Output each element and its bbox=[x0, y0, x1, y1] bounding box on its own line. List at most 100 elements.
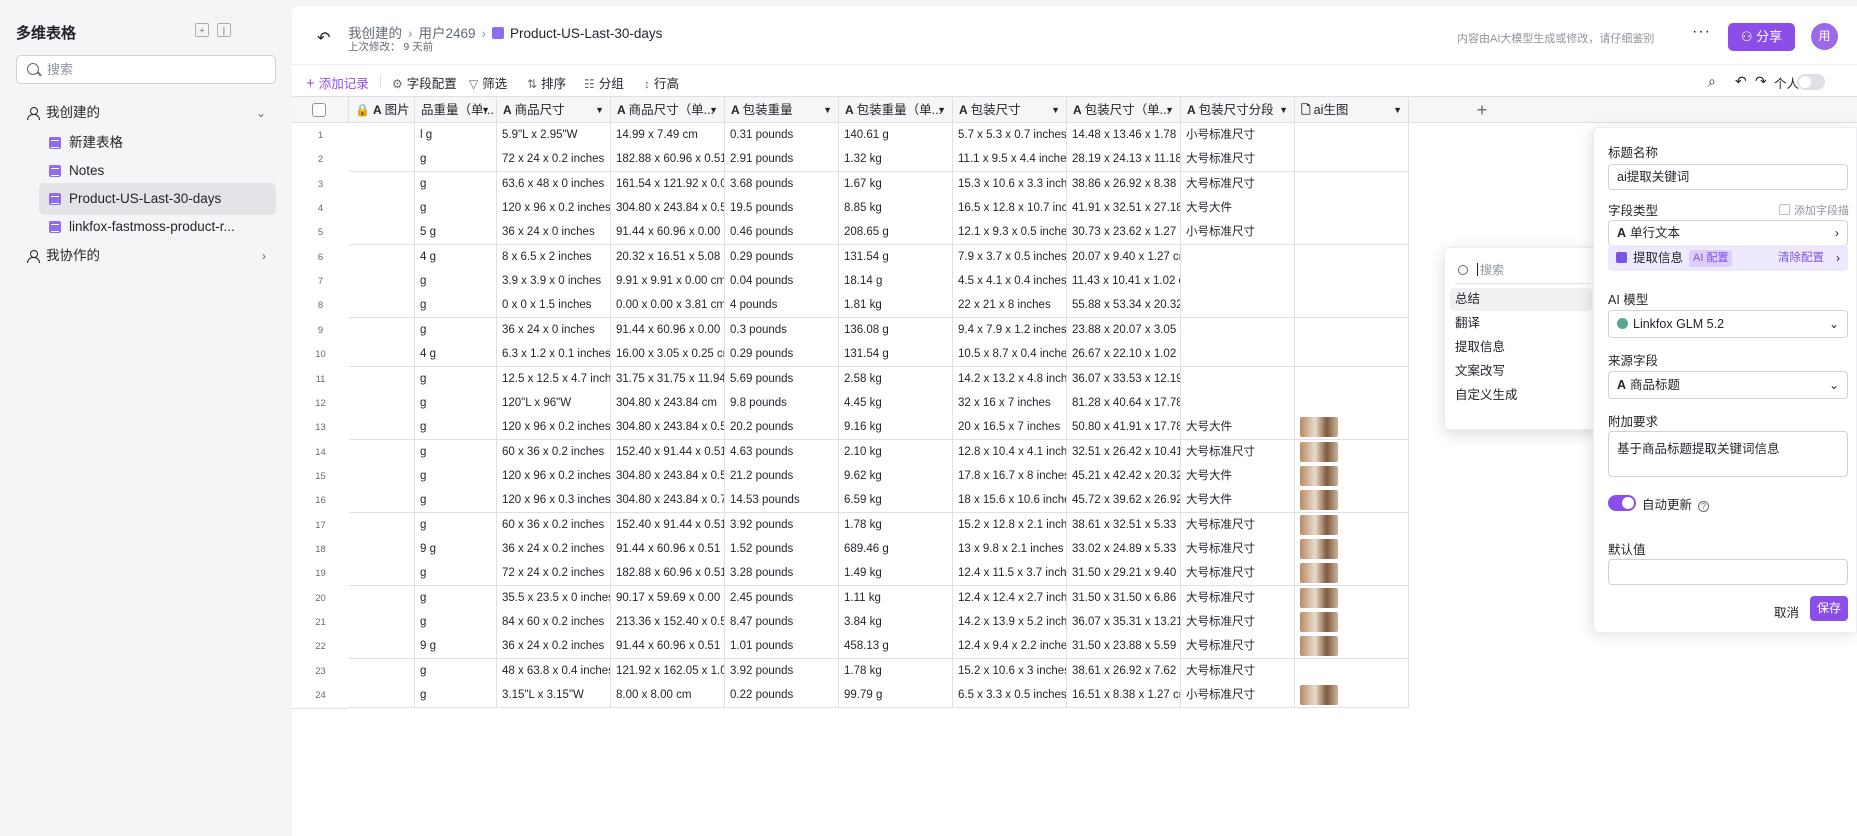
table-cell[interactable] bbox=[1181, 366, 1295, 392]
thumbnail-image[interactable] bbox=[1300, 538, 1338, 559]
table-cell[interactable]: 大号标准尺寸 bbox=[1181, 561, 1295, 587]
table-cell[interactable]: 120"L x 96"W bbox=[497, 390, 611, 416]
image-cell[interactable] bbox=[349, 390, 415, 416]
table-cell[interactable]: 12.4 x 12.4 x 2.7 inches bbox=[953, 585, 1067, 611]
table-cell[interactable]: 121.92 x 162.05 x 1.02... bbox=[611, 658, 725, 684]
table-cell[interactable]: 6.59 kg bbox=[839, 488, 953, 514]
ai-image-cell[interactable] bbox=[1295, 244, 1409, 270]
table-cell[interactable]: 41.91 x 32.51 x 27.18 ... bbox=[1067, 196, 1181, 222]
image-cell[interactable] bbox=[349, 658, 415, 684]
table-cell[interactable]: g bbox=[415, 658, 497, 684]
table-cell[interactable]: 16.51 x 8.38 x 1.27 cm bbox=[1067, 683, 1181, 709]
table-cell[interactable]: 15.3 x 10.6 x 3.3 inches bbox=[953, 171, 1067, 197]
table-cell[interactable]: 120 x 96 x 0.2 inches bbox=[497, 463, 611, 489]
table-cell[interactable]: 120 x 96 x 0.2 inches bbox=[497, 196, 611, 222]
image-cell[interactable] bbox=[349, 244, 415, 270]
table-cell[interactable]: 3.68 pounds bbox=[725, 171, 839, 197]
row-height-button[interactable]: ↕ 行高 bbox=[644, 73, 679, 92]
save-button[interactable]: 保存 bbox=[1810, 596, 1848, 621]
table-cell[interactable]: 28.19 x 24.13 x 11.18 ... bbox=[1067, 147, 1181, 173]
image-cell[interactable] bbox=[349, 269, 415, 295]
table-row[interactable]: 24 g 3.15"L x 3.15"W 8.00 x 8.00 cm 0.22 pou… bbox=[292, 683, 1857, 710]
image-cell[interactable] bbox=[349, 123, 415, 148]
table-cell[interactable]: 208.65 g bbox=[839, 220, 953, 246]
image-cell[interactable] bbox=[349, 536, 415, 562]
ai-image-cell[interactable] bbox=[1295, 196, 1409, 222]
table-cell[interactable]: 33.02 x 24.89 x 5.33 cm bbox=[1067, 536, 1181, 562]
table-row[interactable]: 22 9 g 36 x 24 x 0.2 inches 91.44 x 60.96 x… bbox=[292, 634, 1857, 661]
ai-image-cell[interactable] bbox=[1295, 269, 1409, 295]
title-input[interactable]: ai提取关键词 bbox=[1608, 164, 1848, 190]
table-cell[interactable]: 8.85 kg bbox=[839, 196, 953, 222]
table-cell[interactable]: 大号大件 bbox=[1181, 415, 1295, 441]
table-cell[interactable]: 152.40 x 91.44 x 0.51 ... bbox=[611, 439, 725, 465]
table-cell[interactable]: 14.99 x 7.49 cm bbox=[611, 123, 725, 148]
table-cell[interactable]: 5.69 pounds bbox=[725, 366, 839, 392]
image-cell[interactable] bbox=[349, 488, 415, 514]
table-cell[interactable]: 72 x 24 x 0.2 inches bbox=[497, 561, 611, 587]
table-cell[interactable] bbox=[1181, 269, 1295, 295]
table-cell[interactable]: g bbox=[415, 610, 497, 635]
dropdown-item-translate[interactable]: 翻译 bbox=[1450, 312, 1592, 335]
table-cell[interactable]: 9.91 x 9.91 x 0.00 cm bbox=[611, 269, 725, 295]
dropdown-item-custom[interactable]: 自定义生成 bbox=[1450, 384, 1592, 407]
table-cell[interactable]: 13 x 9.8 x 2.1 inches bbox=[953, 536, 1067, 562]
ai-image-cell[interactable] bbox=[1295, 390, 1409, 416]
table-cell[interactable]: 2.10 kg bbox=[839, 439, 953, 465]
image-cell[interactable] bbox=[349, 366, 415, 392]
image-cell[interactable] bbox=[349, 512, 415, 538]
table-cell[interactable]: 4 g bbox=[415, 244, 497, 270]
table-cell[interactable]: 小号标准尺寸 bbox=[1181, 123, 1295, 148]
table-cell[interactable]: 20.2 pounds bbox=[725, 415, 839, 441]
col-header-product-size[interactable]: A 商品尺寸 ▼ bbox=[497, 97, 611, 123]
table-cell[interactable]: 大号标准尺寸 bbox=[1181, 439, 1295, 465]
ai-image-cell[interactable] bbox=[1295, 220, 1409, 246]
table-cell[interactable]: g bbox=[415, 439, 497, 465]
image-cell[interactable] bbox=[349, 610, 415, 635]
table-cell[interactable]: 0 x 0 x 1.5 inches bbox=[497, 293, 611, 319]
table-cell[interactable]: 90.17 x 59.69 x 0.00 cm bbox=[611, 585, 725, 611]
table-cell[interactable]: g bbox=[415, 561, 497, 587]
table-cell[interactable]: 大号标准尺寸 bbox=[1181, 634, 1295, 660]
table-cell[interactable]: 304.80 x 243.84 x 0.51... bbox=[611, 463, 725, 489]
table-cell[interactable]: 213.36 x 152.40 x 0.51... bbox=[611, 610, 725, 635]
table-cell[interactable]: 9.16 kg bbox=[839, 415, 953, 441]
sidebar-search-input[interactable]: 搜索 bbox=[16, 55, 276, 84]
table-cell[interactable]: g bbox=[415, 171, 497, 197]
table-cell[interactable]: 304.80 x 243.84 x 0.51... bbox=[611, 196, 725, 222]
dropdown-search-input[interactable]: 搜索 bbox=[1455, 256, 1591, 284]
table-cell[interactable]: 0.31 pounds bbox=[725, 123, 839, 148]
table-cell[interactable]: 36.07 x 35.31 x 13.21 ... bbox=[1067, 610, 1181, 635]
table-cell[interactable]: 91.44 x 60.96 x 0.51 cm bbox=[611, 634, 725, 660]
ai-image-cell[interactable] bbox=[1295, 512, 1409, 538]
table-cell[interactable]: 0.29 pounds bbox=[725, 244, 839, 270]
undo-icon[interactable]: ↶ bbox=[1735, 73, 1747, 90]
ai-image-cell[interactable] bbox=[1295, 488, 1409, 514]
table-cell[interactable]: 91.44 x 60.96 x 0.00 cm bbox=[611, 317, 725, 343]
table-cell[interactable]: 36 x 24 x 0 inches bbox=[497, 220, 611, 246]
table-cell[interactable]: l g bbox=[415, 123, 497, 148]
table-cell[interactable]: 120 x 96 x 0.2 inches bbox=[497, 415, 611, 441]
table-cell[interactable]: 38.61 x 32.51 x 5.33 cm bbox=[1067, 512, 1181, 538]
avatar[interactable]: 用 bbox=[1811, 23, 1838, 50]
table-cell[interactable]: 11.1 x 9.5 x 4.4 inches bbox=[953, 147, 1067, 173]
ai-image-cell[interactable] bbox=[1295, 366, 1409, 392]
table-cell[interactable]: 36 x 24 x 0.2 inches bbox=[497, 536, 611, 562]
table-cell[interactable]: 91.44 x 60.96 x 0.00 cm bbox=[611, 220, 725, 246]
table-cell[interactable]: 20 x 16.5 x 7 inches bbox=[953, 415, 1067, 441]
table-cell[interactable]: 2.91 pounds bbox=[725, 147, 839, 173]
table-cell[interactable]: 81.28 x 40.64 x 17.78 ... bbox=[1067, 390, 1181, 416]
thumbnail-image[interactable] bbox=[1300, 514, 1338, 535]
image-cell[interactable] bbox=[349, 342, 415, 368]
table-cell[interactable]: 0.00 x 0.00 x 3.81 cm bbox=[611, 293, 725, 319]
image-cell[interactable] bbox=[349, 171, 415, 197]
ai-image-cell[interactable] bbox=[1295, 293, 1409, 319]
table-cell[interactable]: 大号标准尺寸 bbox=[1181, 658, 1295, 684]
ai-image-cell[interactable] bbox=[1295, 585, 1409, 611]
table-cell[interactable]: 31.50 x 23.88 x 5.59 cm bbox=[1067, 634, 1181, 660]
thumbnail-image[interactable] bbox=[1300, 465, 1338, 486]
cancel-button[interactable]: 取消 bbox=[1774, 602, 1799, 621]
thumbnail-image[interactable] bbox=[1300, 611, 1338, 632]
table-cell[interactable]: 152.40 x 91.44 x 0.51 ... bbox=[611, 512, 725, 538]
ai-image-cell[interactable] bbox=[1295, 415, 1409, 441]
